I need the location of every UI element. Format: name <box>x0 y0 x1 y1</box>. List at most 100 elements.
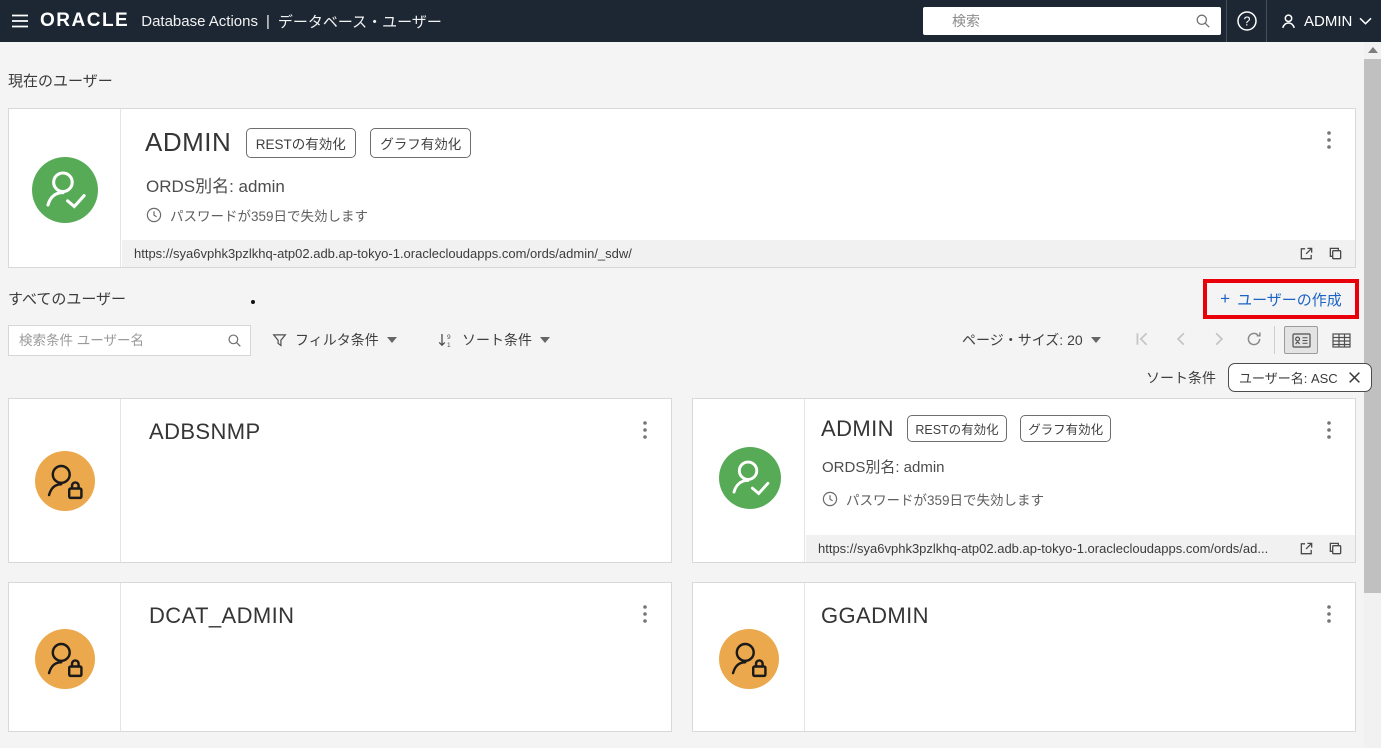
graph-enabled-badge: グラフ有効化 <box>370 127 472 158</box>
header-divider <box>1266 0 1267 42</box>
avatar-column <box>693 583 805 731</box>
app-header: ORACLE Database Actions | データベース・ユーザー ? … <box>0 0 1381 42</box>
open-in-new-tab-icon[interactable] <box>1299 246 1314 261</box>
active-sort-row: ソート条件 ユーザー名: ASC <box>1146 363 1372 392</box>
user-card-title-row: DCAT_ADMIN <box>149 603 294 629</box>
person-icon <box>1280 13 1297 30</box>
user-name: ADMIN <box>821 415 894 441</box>
first-page-button[interactable] <box>1134 331 1150 350</box>
stray-dot <box>251 300 255 304</box>
ords-url-bar: https://sya6vphk3pzlkhq-atp02.adb.ap-tok… <box>806 535 1355 562</box>
user-menu-label: ADMIN <box>1304 12 1353 30</box>
copy-url-icon[interactable] <box>1328 541 1343 556</box>
rest-enabled-badge: RESTの有効化 <box>907 415 1007 442</box>
card-menu-button[interactable] <box>639 603 651 630</box>
page-size-dropdown[interactable]: ページ・サイズ: 20 <box>962 330 1101 350</box>
page-scrollbar[interactable] <box>1364 42 1381 748</box>
filter-dropdown[interactable]: フィルタ条件 <box>272 330 397 350</box>
user-search-input[interactable] <box>8 325 251 356</box>
sort-label: ソート条件 <box>462 332 532 348</box>
current-user-name: ADMIN <box>145 127 232 157</box>
user-card-ggadmin[interactable]: GGADMIN <box>692 582 1356 732</box>
ords-url-bar: https://sya6vphk3pzlkhq-atp02.adb.ap-tok… <box>122 240 1355 267</box>
ords-url[interactable]: https://sya6vphk3pzlkhq-atp02.adb.ap-tok… <box>806 541 1287 556</box>
app-title-text: Database Actions <box>141 12 258 30</box>
user-check-avatar-icon <box>32 157 98 228</box>
avatar-column <box>9 399 121 562</box>
user-card-title-row: GGADMIN <box>821 603 929 629</box>
page-title: データベース・ユーザー <box>277 13 442 31</box>
user-locked-avatar-icon <box>35 629 95 694</box>
scrollbar-up-arrow-icon[interactable] <box>1368 47 1378 53</box>
question-mark-icon: ? <box>1244 15 1251 29</box>
previous-page-button[interactable] <box>1173 331 1189 350</box>
user-card-title-row: ADMIN RESTの有効化 グラフ有効化 <box>821 415 1112 442</box>
sort-chip-value: ユーザー名: ASC <box>1239 371 1338 386</box>
refresh-icon[interactable] <box>1245 330 1263 351</box>
next-page-button[interactable] <box>1211 331 1227 350</box>
card-menu-button[interactable] <box>639 419 651 446</box>
user-search <box>8 325 251 356</box>
page-size-label: ページ・サイズ: 20 <box>962 332 1083 348</box>
card-menu-button[interactable] <box>1323 419 1335 446</box>
header-search <box>923 7 1221 35</box>
all-users-section-title: すべてのユーザー <box>8 291 127 308</box>
search-icon[interactable] <box>227 333 242 351</box>
user-menu[interactable]: ADMIN <box>1270 0 1381 42</box>
user-check-avatar-icon <box>719 447 781 514</box>
search-icon[interactable] <box>1195 13 1211 34</box>
caret-down-icon <box>1090 337 1101 343</box>
sort-chip-label: ソート条件 <box>1146 369 1216 386</box>
user-card-title-row: ADBSNMP <box>149 419 261 445</box>
sort-chip[interactable]: ユーザー名: ASC <box>1228 363 1372 392</box>
svg-text:9: 9 <box>447 334 451 341</box>
table-view-button[interactable] <box>1324 326 1358 354</box>
hamburger-menu-icon[interactable] <box>0 0 40 42</box>
user-name: GGADMIN <box>821 603 929 628</box>
user-name: DCAT_ADMIN <box>149 603 295 628</box>
current-user-title-row: ADMIN RESTの有効化 グラフ有効化 <box>145 127 472 158</box>
chevron-down-icon <box>1359 17 1372 25</box>
ords-url[interactable]: https://sya6vphk3pzlkhq-atp02.adb.ap-tok… <box>122 246 1287 261</box>
clock-icon <box>146 207 162 223</box>
filter-label: フィルタ条件 <box>295 332 379 348</box>
header-search-input[interactable] <box>923 7 1221 35</box>
svg-text:1: 1 <box>447 342 451 348</box>
sort-icon: 91 <box>437 332 454 348</box>
card-menu-button[interactable] <box>1323 603 1335 630</box>
clock-icon <box>822 491 838 507</box>
oracle-logo: ORACLE <box>40 10 130 31</box>
create-user-button[interactable]: + ユーザーの作成 <box>1207 283 1355 315</box>
password-expiry-text: パスワードが359日で失効します <box>846 493 1045 508</box>
current-user-card: ADMIN RESTの有効化 グラフ有効化 ORDS別名: admin パスワー… <box>8 108 1356 268</box>
scrollbar-thumb[interactable] <box>1364 59 1381 593</box>
ords-alias: ORDS別名: admin <box>822 459 945 476</box>
avatar-column <box>693 399 805 562</box>
card-menu-button[interactable] <box>1323 129 1335 156</box>
card-view-button[interactable] <box>1284 326 1318 354</box>
plus-icon: + <box>1220 289 1231 308</box>
app-title: Database Actions | データベース・ユーザー <box>141 11 442 32</box>
annotation-highlight-box: + ユーザーの作成 <box>1203 279 1359 319</box>
rest-enabled-badge: RESTの有効化 <box>245 127 356 158</box>
page: ORACLE Database Actions | データベース・ユーザー ? … <box>0 0 1381 748</box>
avatar-column <box>9 109 121 267</box>
header-divider <box>1226 0 1227 42</box>
user-card-dcat-admin[interactable]: DCAT_ADMIN <box>8 582 672 732</box>
sort-dropdown[interactable]: 91 ソート条件 <box>437 330 550 350</box>
all-users-toolbar: フィルタ条件 91 ソート条件 ページ・サイズ: 20 <box>0 324 1364 358</box>
funnel-icon <box>272 333 287 348</box>
open-in-new-tab-icon[interactable] <box>1299 541 1314 556</box>
password-expiry-row: パスワードが359日で失効します <box>822 489 1044 509</box>
copy-url-icon[interactable] <box>1328 246 1343 261</box>
user-card-adbsnmp[interactable]: ADBSNMP <box>8 398 672 563</box>
caret-down-icon <box>540 337 550 343</box>
title-separator: | <box>265 12 270 30</box>
help-button[interactable]: ? <box>1228 0 1266 42</box>
remove-sort-icon[interactable] <box>1348 371 1361 384</box>
user-card-admin[interactable]: ADMIN RESTの有効化 グラフ有効化 ORDS別名: admin パスワー… <box>692 398 1356 563</box>
user-name: ADBSNMP <box>149 419 261 444</box>
caret-down-icon <box>386 337 397 343</box>
avatar-column <box>9 583 121 731</box>
password-expiry-row: パスワードが359日で失効します <box>146 205 368 225</box>
